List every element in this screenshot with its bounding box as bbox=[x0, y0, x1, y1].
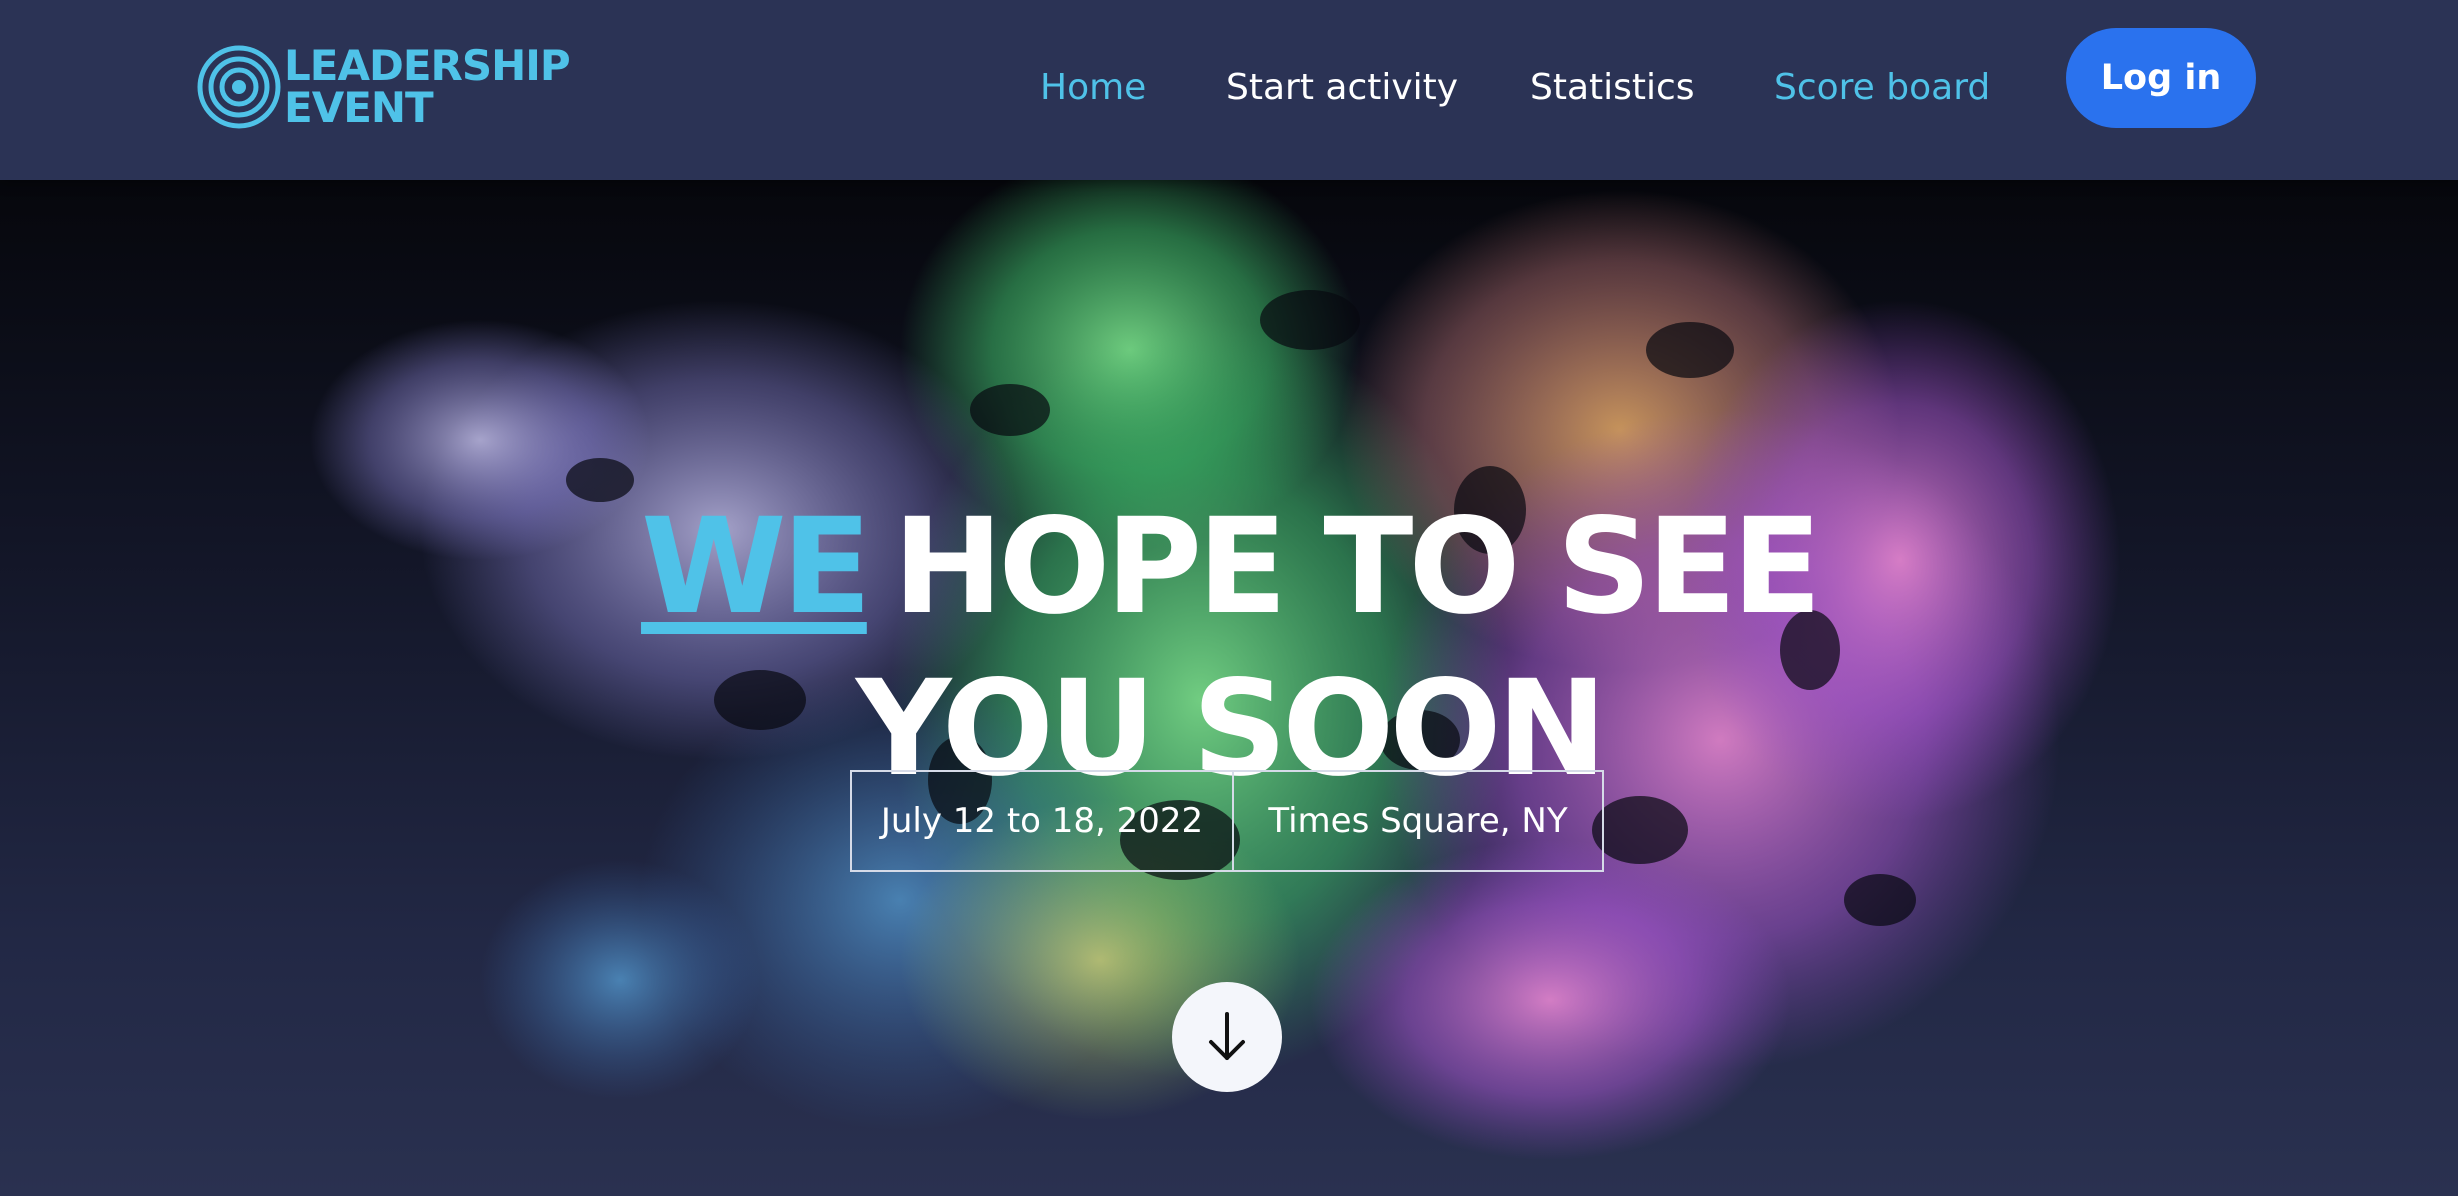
nav-item-start-activity[interactable]: Start activity bbox=[1226, 60, 1458, 116]
logo-line-2: EVENT bbox=[284, 83, 434, 132]
logo[interactable]: LEADERSHIP EVENT bbox=[196, 41, 571, 132]
hero-title-line-1: HOPE TO SEE bbox=[892, 490, 1822, 645]
nav-item-score-board[interactable]: Score board bbox=[1774, 60, 1990, 116]
event-location: Times Square, NY bbox=[1268, 801, 1568, 841]
login-button[interactable]: Log in bbox=[2066, 28, 2256, 128]
nav-item-home[interactable]: Home bbox=[1040, 60, 1146, 116]
event-date: July 12 to 18, 2022 bbox=[852, 772, 1234, 870]
logo-line-1: LEADERSHIP bbox=[284, 41, 571, 90]
event-info-box: July 12 to 18, 2022 Times Square, NY bbox=[850, 770, 1604, 872]
hero-title-highlight: WE bbox=[641, 490, 872, 645]
hero-section: WE HOPE TO SEE YOU SOON July 12 to 18, 20… bbox=[0, 180, 2458, 1196]
hero-title: WE HOPE TO SEE YOU SOON bbox=[0, 486, 2458, 810]
nav-item-statistics[interactable]: Statistics bbox=[1530, 60, 1695, 116]
navbar: LEADERSHIP EVENT Home Start activity Sta… bbox=[0, 0, 2458, 180]
scroll-down-button[interactable] bbox=[1172, 982, 1282, 1092]
page: LEADERSHIP EVENT Home Start activity Sta… bbox=[0, 0, 2458, 1196]
arrow-down-icon bbox=[1209, 1012, 1245, 1060]
logo-text: LEADERSHIP EVENT bbox=[284, 41, 571, 132]
concentric-circles-icon bbox=[197, 45, 281, 129]
